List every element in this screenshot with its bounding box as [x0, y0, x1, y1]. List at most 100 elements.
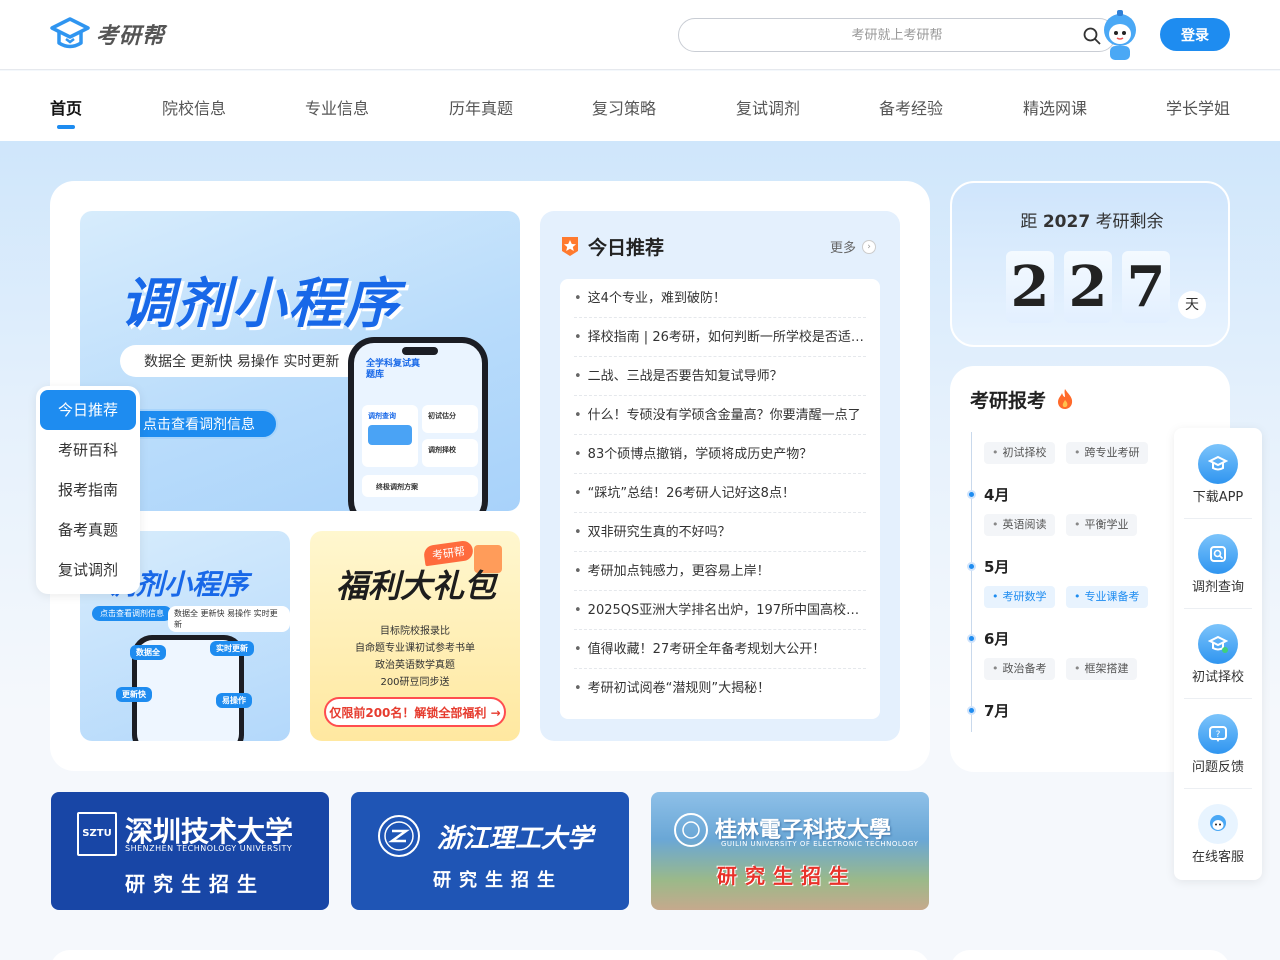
side-menu-today[interactable]: 今日推荐: [40, 390, 136, 430]
article-item[interactable]: 这4个专业，难到破防！: [574, 279, 866, 318]
timeline-month: 4月: [984, 486, 1010, 504]
banner-adjust-miniprogram[interactable]: 调剂小程序 数据全 更新快 易操作 实时更新 点击查看调剂信息 全学科复试真题库…: [80, 211, 520, 511]
nav-item-strategy[interactable]: 复习策略: [592, 95, 656, 119]
timeline-tag[interactable]: 政治备考: [984, 658, 1055, 680]
countdown-year: 2027: [1042, 212, 1091, 232]
exam-countdown: 距 2027 考研剩余 2 2 7 天: [950, 181, 1230, 347]
article-item[interactable]: 二战、三战是否要告知复试导师？: [574, 357, 866, 396]
countdown-title: 距 2027 考研剩余: [952, 207, 1232, 232]
timeline-month: 7月: [984, 702, 1010, 720]
feature-tag: 更新快: [116, 687, 152, 702]
article-item[interactable]: 考研初试阅卷“潜规则”大揭秘！: [574, 669, 866, 708]
side-menu-wiki[interactable]: 考研百科: [40, 430, 136, 470]
timeline-tag-highlight[interactable]: 考研数学: [984, 586, 1055, 608]
article-item[interactable]: “踩坑”总结！26考研人记好这8点！: [574, 474, 866, 513]
gift-lines: 目标院校报录比 自命题专业课初试参考书单 政治英语数学真题 200研豆同步送: [310, 623, 520, 691]
banner-small-pill: 点击查看调剂信息: [92, 606, 172, 621]
today-more-link[interactable]: 更多 ›: [830, 237, 877, 256]
nav-item-home[interactable]: 首页: [50, 95, 82, 119]
timeline-line: [971, 432, 972, 732]
nav-item-past-exams[interactable]: 历年真题: [449, 95, 513, 119]
timeline-tag[interactable]: 框架搭建: [1066, 658, 1137, 680]
phone-card: 调剂查询: [362, 405, 418, 467]
feedback-icon: ?: [1198, 714, 1238, 754]
feature-tag: 易操作: [216, 693, 252, 708]
banner-view-button[interactable]: 点击查看调剂信息: [120, 409, 278, 439]
university-banner-guet[interactable]: 桂林電子科技大學 GUILIN UNIVERSITY OF ELECTRONIC…: [651, 792, 929, 910]
fire-icon: [1058, 389, 1073, 409]
tool-adjust-query[interactable]: 调剂查询: [1174, 518, 1262, 608]
timeline-dot: [967, 634, 976, 643]
nav-item-schools[interactable]: 院校信息: [162, 95, 226, 119]
timeline-tag[interactable]: 初试择校: [984, 442, 1055, 464]
right-tool-bar: 下载APP 调剂查询 初试择校 ? 问题反馈 在线客服: [1174, 428, 1262, 880]
countdown-prefix: 距: [1020, 212, 1038, 232]
timeline-month: 6月: [984, 630, 1010, 648]
nav-item-majors[interactable]: 专业信息: [305, 95, 369, 119]
article-item[interactable]: 什么！专硕没有学硕含金量高？你要清醒一点了: [574, 396, 866, 435]
phone-card-bar: [368, 425, 412, 445]
nav-item-seniors[interactable]: 学长学姐: [1166, 95, 1230, 119]
today-title: 今日推荐: [588, 237, 665, 259]
star-badge-icon: [562, 237, 578, 256]
nav-item-adjustment[interactable]: 复试调剂: [736, 95, 800, 119]
article-item[interactable]: 2025QS亚洲大学排名出炉，197所中国高校上榜: [574, 591, 866, 630]
gift-unlock-button[interactable]: 仅限前200名！解锁全部福利 →: [324, 697, 506, 727]
today-article-list: 这4个专业，难到破防！ 择校指南 | 26考研，如何判断一所学校是否适合自己 二…: [560, 279, 880, 719]
nav-item-experience[interactable]: 备考经验: [879, 95, 943, 119]
timeline-tag[interactable]: 跨专业考研: [1066, 442, 1148, 464]
article-item[interactable]: 83个硕博点撤销，学硕将成历史产物？: [574, 435, 866, 474]
feature-tag: 数据全: [130, 645, 166, 660]
side-menu-guide[interactable]: 报考指南: [40, 470, 136, 510]
article-item[interactable]: 值得收藏！27考研全年备考规划大公开！: [574, 630, 866, 669]
search-box[interactable]: [678, 18, 1116, 52]
search-input[interactable]: [727, 27, 1067, 43]
article-item[interactable]: 双非研究生真的不好吗？: [574, 513, 866, 552]
article-item[interactable]: 择校指南 | 26考研，如何判断一所学校是否适合自己: [574, 318, 866, 357]
side-menu-exams[interactable]: 备考真题: [40, 510, 136, 550]
gift-line: 自命题专业课初试参考书单: [355, 643, 475, 654]
tool-label: 在线客服: [1191, 850, 1244, 865]
header: 考研帮 登录: [0, 0, 1280, 70]
banner-gift-pack[interactable]: 考研帮 福利大礼包 目标院校报录比 自命题专业课初试参考书单 政治英语数学真题 …: [310, 531, 520, 741]
timeline-tag[interactable]: 平衡学业: [1066, 514, 1137, 536]
timeline-dot: [967, 562, 976, 571]
phone-screen: 全学科复试真题库 调剂查询 初试估分 调剂择校 终极调剂方案: [354, 343, 482, 511]
timeline-tag[interactable]: 英语阅读: [984, 514, 1055, 536]
tool-school-choice[interactable]: 初试择校: [1174, 608, 1262, 698]
mascot-icon: [1104, 10, 1136, 60]
side-menu-adjust[interactable]: 复试调剂: [40, 550, 136, 590]
nav-item-courses[interactable]: 精选网课: [1023, 95, 1087, 119]
tool-label: 问题反馈: [1191, 760, 1244, 775]
graduation-cap-logo-icon: [50, 17, 90, 49]
service-mascot-icon: [1198, 804, 1238, 844]
timeline-tag-highlight[interactable]: 专业课备考: [1066, 586, 1148, 608]
university-recruit: 研究生招生: [717, 864, 857, 888]
gift-line: 200研豆同步送: [380, 677, 450, 688]
tool-feedback[interactable]: ? 问题反馈: [1174, 698, 1262, 788]
countdown-digit: 2: [1064, 251, 1112, 323]
countdown-suffix: 考研剩余: [1095, 212, 1164, 232]
more-label: 更多: [830, 241, 857, 256]
sztu-abbr: SZTU: [82, 828, 112, 839]
logo[interactable]: 考研帮: [50, 16, 165, 52]
phone-card: 初试估分: [422, 405, 478, 433]
tool-online-service[interactable]: 在线客服: [1174, 788, 1262, 878]
phone-card-label: 终极调剂方案: [376, 483, 418, 491]
university-recruit: 研究生招生: [125, 872, 265, 896]
svg-text:?: ?: [1216, 730, 1221, 740]
countdown-digit: 7: [1122, 251, 1170, 323]
phone-heading: 全学科复试真题库: [366, 359, 421, 380]
zstu-logo-icon: [378, 815, 420, 857]
university-banner-zstu[interactable]: 浙江理工大学 研究生招生: [351, 792, 629, 910]
gift-line: 目标院校报录比: [380, 626, 450, 637]
article-item[interactable]: 考研加点钝感力，更容易上岸！: [574, 552, 866, 591]
university-banner-sztu[interactable]: SZTU 深圳技术大学 SHENZHEN TECHNOLOGY UNIVERSI…: [51, 792, 329, 910]
phone-notch: [402, 347, 438, 355]
university-en-name: GUILIN UNIVERSITY OF ELECTRONIC TECHNOLO…: [721, 840, 919, 848]
login-button[interactable]: 登录: [1160, 18, 1230, 51]
tool-download-app[interactable]: 下载APP: [1174, 428, 1262, 518]
float-side-menu: 今日推荐 考研百科 报考指南 备考真题 复试调剂: [36, 386, 140, 594]
guet-logo-icon: [674, 813, 708, 847]
main-nav: 首页 院校信息 专业信息 历年真题 复习策略 复试调剂 备考经验 精选网课 学长…: [0, 71, 1280, 141]
